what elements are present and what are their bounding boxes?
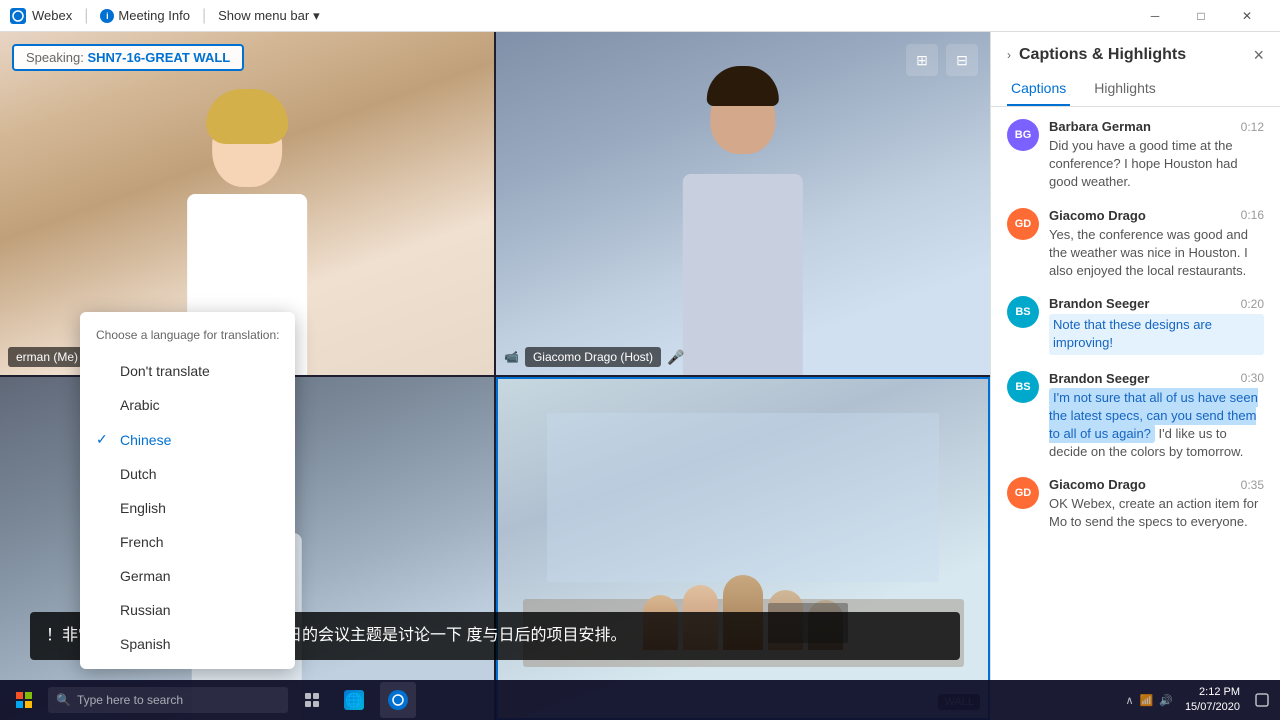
- caption-name-1: Barbara German: [1049, 119, 1151, 134]
- speaking-indicator: Speaking: SHN7-16-GREAT WALL: [12, 44, 244, 71]
- dropdown-header: Choose a language for translation:: [80, 320, 295, 354]
- dropdown-chinese[interactable]: ✓ Chinese: [80, 422, 295, 457]
- avatar-barbara: BG: [1007, 119, 1039, 151]
- caption-entry-1: BG Barbara German 0:12 Did you have a go…: [1007, 119, 1264, 192]
- caption-text-5: OK Webex, create an action item for Mo t…: [1049, 495, 1264, 531]
- caption-name-5: Giacomo Drago: [1049, 477, 1146, 492]
- panel-title: Captions & Highlights: [1019, 46, 1186, 64]
- panel-title-row: › Captions & Highlights: [1007, 46, 1186, 64]
- app-name: Webex: [32, 8, 72, 23]
- search-placeholder: Type here to search: [77, 693, 183, 707]
- sep1: |: [84, 7, 88, 25]
- dropdown-german[interactable]: German: [80, 559, 295, 593]
- caption-name-4: Brandon Seeger: [1049, 371, 1149, 386]
- dropdown-russian[interactable]: Russian: [80, 593, 295, 627]
- video-area: Speaking: SHN7-16-GREAT WALL ⊞ ⊟: [0, 32, 990, 720]
- panel-chevron-icon: ›: [1007, 48, 1011, 62]
- view-controls: ⊞ ⊟: [906, 44, 978, 76]
- caption-time-4: 0:30: [1241, 371, 1264, 385]
- layout-button[interactable]: ⊟: [946, 44, 978, 76]
- dropdown-dutch[interactable]: Dutch: [80, 457, 295, 491]
- video-cell-4: WALL: [496, 377, 990, 720]
- windows-taskbar: 🔍 Type here to search 🌐 ∧ 📶 🔊 2:12 PM 15…: [0, 680, 1280, 720]
- close-button[interactable]: ✕: [1224, 0, 1270, 32]
- caption-time-1: 0:12: [1241, 120, 1264, 134]
- participant-label-2: 📹 Giacomo Drago (Host) 🎤: [504, 347, 684, 367]
- caption-text-2: Yes, the conference was good and the wea…: [1049, 226, 1264, 281]
- caption-entry-5: GD Giacomo Drago 0:35 OK Webex, create a…: [1007, 477, 1264, 531]
- caption-content-5: Giacomo Drago 0:35 OK Webex, create an a…: [1049, 477, 1264, 531]
- avatar-brandon-1: BS: [1007, 296, 1039, 328]
- caption-text-4: I'm not sure that all of us have seen th…: [1049, 389, 1264, 462]
- caption-name-2: Giacomo Drago: [1049, 208, 1146, 223]
- tab-captions[interactable]: Captions: [1007, 72, 1070, 106]
- caption-entry-4: BS Brandon Seeger 0:30 I'm not sure that…: [1007, 371, 1264, 462]
- caption-header-3: Brandon Seeger 0:20: [1049, 296, 1264, 311]
- minimize-button[interactable]: ─: [1132, 0, 1178, 32]
- task-view-button[interactable]: [296, 684, 328, 716]
- camera-icon: 📹: [504, 350, 519, 364]
- caption-text-3: Note that these designs are improving!: [1049, 314, 1264, 354]
- maximize-button[interactable]: □: [1178, 0, 1224, 32]
- info-icon: i: [100, 9, 114, 23]
- tab-highlights[interactable]: Highlights: [1090, 72, 1159, 106]
- dropdown-arabic[interactable]: Arabic: [80, 388, 295, 422]
- notification-icon[interactable]: [1252, 690, 1272, 710]
- arrow-up-icon[interactable]: ∧: [1125, 694, 1133, 707]
- translation-dropdown: Choose a language for translation: Don't…: [80, 312, 295, 669]
- search-bar[interactable]: 🔍 Type here to search: [48, 687, 288, 713]
- avatar-giacomo-1: GD: [1007, 208, 1039, 240]
- app-logo: Webex: [10, 8, 72, 24]
- caption-content-4: Brandon Seeger 0:30 I'm not sure that al…: [1049, 371, 1264, 462]
- grid-view-button[interactable]: ⊞: [906, 44, 938, 76]
- caption-name-3: Brandon Seeger: [1049, 296, 1149, 311]
- panel-tabs: Captions Highlights: [991, 72, 1280, 107]
- caption-time-5: 0:35: [1241, 478, 1264, 492]
- chevron-down-icon: ▾: [313, 8, 320, 24]
- titlebar: Webex | i Meeting Info | Show menu bar ▾…: [0, 0, 1280, 32]
- caption-header-5: Giacomo Drago 0:35: [1049, 477, 1264, 492]
- main-content: Speaking: SHN7-16-GREAT WALL ⊞ ⊟: [0, 32, 1280, 720]
- caption-entry-3: BS Brandon Seeger 0:20 Note that these d…: [1007, 296, 1264, 354]
- panel-header: › Captions & Highlights ×: [991, 32, 1280, 64]
- caption-entry-2: GD Giacomo Drago 0:16 Yes, the conferenc…: [1007, 208, 1264, 281]
- video-cell-2: 📹 Giacomo Drago (Host) 🎤: [496, 32, 990, 375]
- mic-muted-icon-2: 🎤: [667, 349, 684, 366]
- dropdown-spanish[interactable]: Spanish: [80, 627, 295, 661]
- taskbar-right: ∧ 📶 🔊 2:12 PM 15/07/2020: [1125, 685, 1272, 716]
- caption-content-3: Brandon Seeger 0:20 Note that these desi…: [1049, 296, 1264, 354]
- caption-content-2: Giacomo Drago 0:16 Yes, the conference w…: [1049, 208, 1264, 281]
- network-icon: 📶: [1140, 694, 1154, 707]
- right-panel: › Captions & Highlights × Captions Highl…: [990, 32, 1280, 720]
- taskbar-edge-icon[interactable]: 🌐: [336, 682, 372, 718]
- speaker-icon: 🔊: [1159, 694, 1173, 707]
- taskbar-system-icons: ∧ 📶 🔊: [1125, 694, 1172, 707]
- caption-time-2: 0:16: [1241, 208, 1264, 222]
- taskbar-clock[interactable]: 2:12 PM 15/07/2020: [1185, 685, 1240, 716]
- dropdown-dont-translate[interactable]: Don't translate: [80, 354, 295, 388]
- avatar-giacomo-2: GD: [1007, 477, 1039, 509]
- avatar-brandon-2: BS: [1007, 371, 1039, 403]
- taskbar-webex-icon[interactable]: [380, 682, 416, 718]
- dropdown-french[interactable]: French: [80, 525, 295, 559]
- captions-list: BG Barbara German 0:12 Did you have a go…: [991, 107, 1280, 720]
- panel-close-button[interactable]: ×: [1253, 46, 1264, 64]
- app-window: Webex | i Meeting Info | Show menu bar ▾…: [0, 0, 1280, 720]
- meeting-info-btn[interactable]: i Meeting Info: [100, 8, 190, 23]
- check-selected: ✓: [96, 431, 112, 448]
- start-button[interactable]: [8, 684, 40, 716]
- search-icon: 🔍: [56, 693, 71, 707]
- caption-text-1: Did you have a good time at the conferen…: [1049, 137, 1264, 192]
- sep2: |: [202, 7, 206, 25]
- show-menu-btn[interactable]: Show menu bar ▾: [218, 8, 320, 24]
- dropdown-english[interactable]: English: [80, 491, 295, 525]
- caption-header-4: Brandon Seeger 0:30: [1049, 371, 1264, 386]
- caption-header-1: Barbara German 0:12: [1049, 119, 1264, 134]
- caption-content-1: Barbara German 0:12 Did you have a good …: [1049, 119, 1264, 192]
- caption-time-3: 0:20: [1241, 297, 1264, 311]
- caption-header-2: Giacomo Drago 0:16: [1049, 208, 1264, 223]
